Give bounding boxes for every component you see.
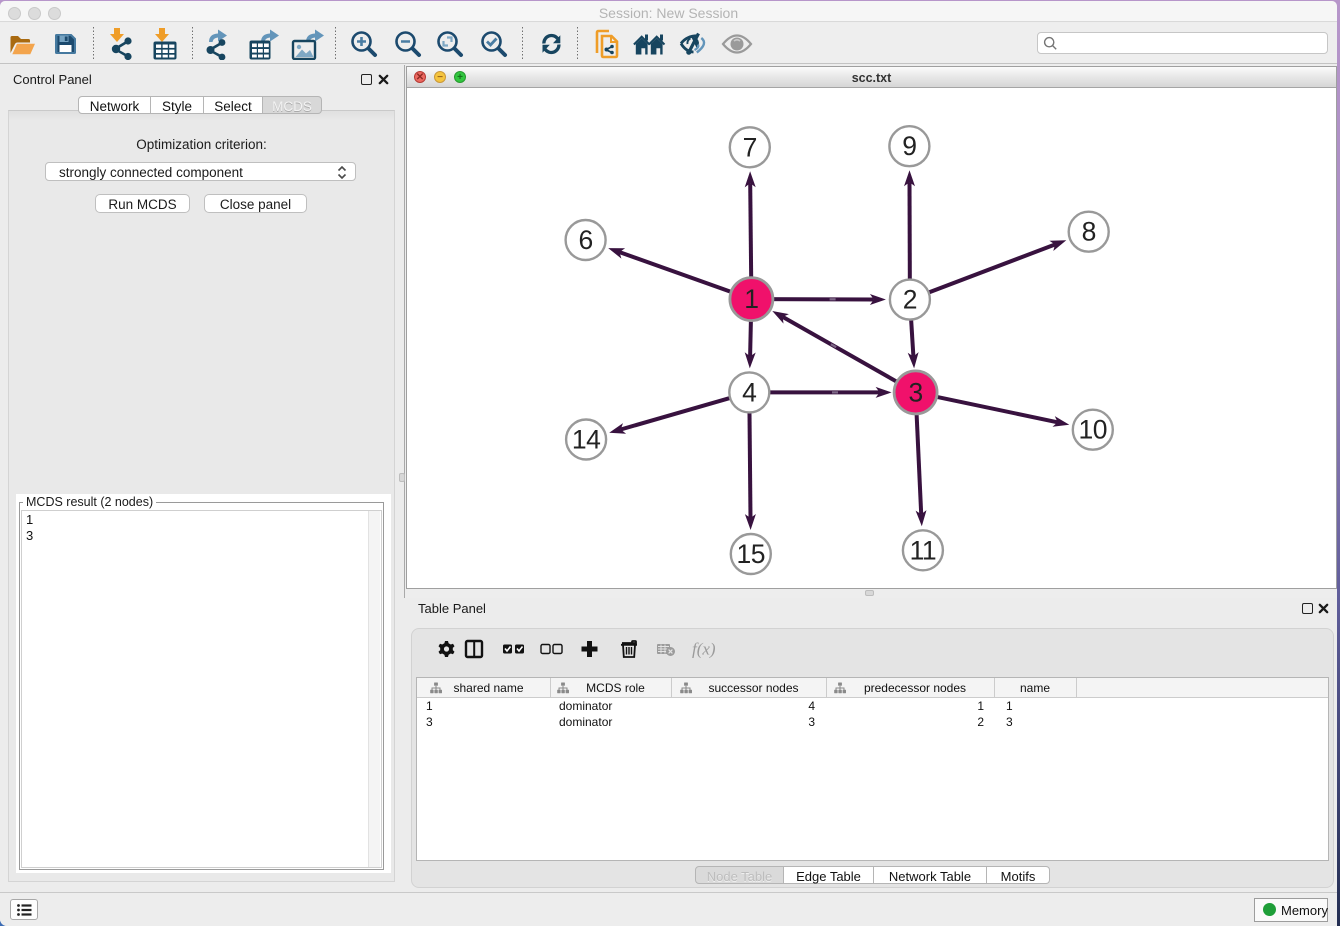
svg-text:2: 2 — [903, 285, 917, 315]
svg-text:11: 11 — [910, 535, 937, 565]
svg-text:4: 4 — [742, 377, 756, 407]
svg-text:8: 8 — [1082, 217, 1096, 247]
svg-text:14: 14 — [572, 425, 600, 455]
svg-text:10: 10 — [1079, 415, 1107, 445]
svg-text:1: 1 — [744, 284, 758, 314]
svg-text:9: 9 — [902, 131, 916, 161]
svg-text:3: 3 — [908, 377, 922, 407]
svg-text:f(x): f(x) — [692, 640, 716, 659]
svg-text:7: 7 — [743, 132, 757, 162]
svg-text:6: 6 — [578, 225, 592, 255]
svg-text:15: 15 — [737, 539, 765, 569]
